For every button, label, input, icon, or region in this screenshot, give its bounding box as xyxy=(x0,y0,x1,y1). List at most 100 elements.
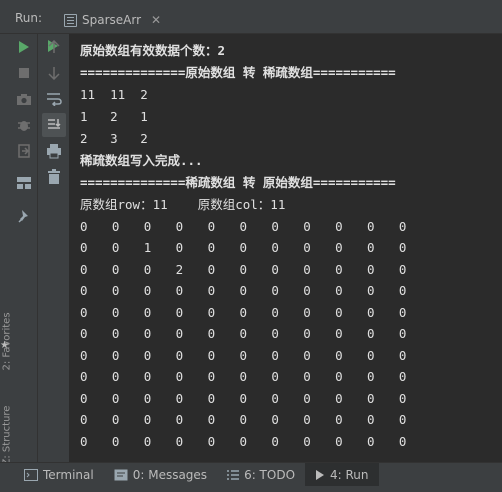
console-line: ==============稀疏数组 转 原始数组=========== xyxy=(80,175,396,190)
grid-cell: 0 xyxy=(335,326,343,342)
grid-cell: 0 xyxy=(303,412,311,428)
tab-label: 0: Messages xyxy=(132,467,208,482)
grid-cell: 0 xyxy=(80,218,88,234)
star-icon: ★ xyxy=(0,340,9,351)
pin-button[interactable] xyxy=(14,206,34,226)
vertical-scrollbar[interactable] xyxy=(494,34,502,462)
grid-cell: 0 xyxy=(335,433,343,449)
grid-cell: 0 xyxy=(239,304,247,320)
grid-cell: 0 xyxy=(111,326,120,342)
grid-cell: 0 xyxy=(335,261,343,277)
scroll-to-end-button[interactable] xyxy=(42,113,66,137)
grid-cell: 0 xyxy=(239,347,247,363)
grid-cell: 0 xyxy=(303,347,311,363)
console-output: 原始数组有效数据个数：2 ==============原始数组 转 稀疏数组==… xyxy=(80,40,500,453)
grid-cell: 0 xyxy=(398,240,407,256)
pin-icon xyxy=(18,210,28,223)
grid-cell: 0 xyxy=(111,390,120,406)
print-icon xyxy=(47,144,61,159)
grid-cell: 0 xyxy=(175,390,184,406)
tab-run[interactable]: 4: Run xyxy=(305,462,379,487)
grid-cell: 0 xyxy=(111,369,120,385)
grid-cell: 0 xyxy=(303,304,311,320)
grid-cell: 0 xyxy=(207,433,216,449)
tab-terminal[interactable]: Terminal xyxy=(14,463,104,487)
grid-cell: 0 xyxy=(335,390,343,406)
grid-cell: 0 xyxy=(398,433,407,449)
grid-cell: 0 xyxy=(80,326,88,342)
grid-cell: 0 xyxy=(111,261,120,277)
grid-cell: 1 xyxy=(143,240,152,256)
grid-cell: 0 xyxy=(143,412,152,428)
grid-cell: 0 xyxy=(367,412,375,428)
run-config-icon xyxy=(64,13,77,27)
grid-cell: 0 xyxy=(367,326,375,342)
grid-cell: 0 xyxy=(367,347,375,363)
grid-cell: 0 xyxy=(207,218,216,234)
grid-cell: 0 xyxy=(143,283,152,299)
grid-row: 0 0 0 0 0 0 0 0 0 0 0 xyxy=(80,431,500,453)
layout-button[interactable] xyxy=(14,173,34,193)
print-button[interactable] xyxy=(44,141,64,161)
grid-cell: 0 xyxy=(367,240,375,256)
grid-cell: 0 xyxy=(398,326,407,342)
structure-panel-label[interactable]: Z: Structure xyxy=(2,401,13,471)
clear-all-button[interactable] xyxy=(44,167,64,187)
grid-cell: 0 xyxy=(143,326,152,342)
dump-threads-button[interactable] xyxy=(14,89,34,109)
wrap-icon xyxy=(47,93,62,106)
grid-row: 0 0 1 0 0 0 0 0 0 0 0 xyxy=(80,238,500,260)
scroll-down-button[interactable] xyxy=(44,63,64,83)
grid-cell: 0 xyxy=(239,326,247,342)
grid-cell: 0 xyxy=(111,347,120,363)
stop-icon xyxy=(19,68,29,78)
grid-cell: 0 xyxy=(271,347,279,363)
grid-cell: 0 xyxy=(239,433,247,449)
camera-icon xyxy=(17,94,31,105)
grid-cell: 0 xyxy=(335,283,343,299)
run-header: Run: SparseArr ✕ xyxy=(0,0,502,34)
grid-cell: 0 xyxy=(80,347,88,363)
tab-messages[interactable]: 0: Messages xyxy=(104,463,217,487)
grid-cell: 0 xyxy=(239,240,247,256)
grid-row: 0 0 0 0 0 0 0 0 0 0 0 xyxy=(80,281,500,303)
console-line: 稀疏数组写入完成... xyxy=(80,153,203,168)
grid-cell: 0 xyxy=(111,304,120,320)
grid-cell: 0 xyxy=(367,261,375,277)
soft-wrap-button[interactable] xyxy=(44,89,64,109)
grid-cell: 0 xyxy=(175,347,184,363)
grid-cell: 0 xyxy=(80,390,88,406)
exit-button[interactable] xyxy=(14,141,34,161)
grid-cell: 0 xyxy=(271,433,279,449)
grid-cell: 0 xyxy=(207,240,216,256)
grid-cell: 0 xyxy=(143,390,152,406)
stop-button[interactable] xyxy=(14,63,34,83)
grid-cell: 0 xyxy=(367,433,375,449)
debug-button[interactable] xyxy=(14,115,34,135)
grid-cell: 0 xyxy=(271,326,279,342)
grid-cell: 0 xyxy=(111,218,120,234)
grid-cell: 0 xyxy=(239,261,247,277)
close-icon[interactable]: ✕ xyxy=(151,13,161,27)
grid-cell: 0 xyxy=(239,218,247,234)
console-line: 原始数组有效数据个数：2 xyxy=(80,43,226,58)
rerun-button[interactable] xyxy=(14,37,34,57)
terminal-icon xyxy=(24,468,38,481)
grid-row: 0 0 0 0 0 0 0 0 0 0 0 xyxy=(80,410,500,432)
tab-sparsearr[interactable]: SparseArr ✕ xyxy=(56,8,169,32)
grid-cell: 0 xyxy=(175,218,184,234)
grid-cell: 0 xyxy=(271,218,279,234)
scroll-up-button[interactable] xyxy=(44,37,64,57)
grid-cell: 0 xyxy=(111,433,120,449)
grid-cell: 0 xyxy=(80,433,88,449)
grid-cell: 0 xyxy=(271,412,279,428)
grid-cell: 0 xyxy=(271,304,279,320)
run-label: Run: xyxy=(15,11,43,25)
grid-cell: 0 xyxy=(303,240,311,256)
grid-row: 0 0 0 0 0 0 0 0 0 0 0 xyxy=(80,324,500,346)
tab-todo[interactable]: 6: TODO xyxy=(217,463,305,487)
todo-icon xyxy=(227,469,240,480)
grid-cell: 0 xyxy=(239,390,247,406)
exit-icon xyxy=(18,144,30,158)
grid-cell: 0 xyxy=(80,369,88,385)
